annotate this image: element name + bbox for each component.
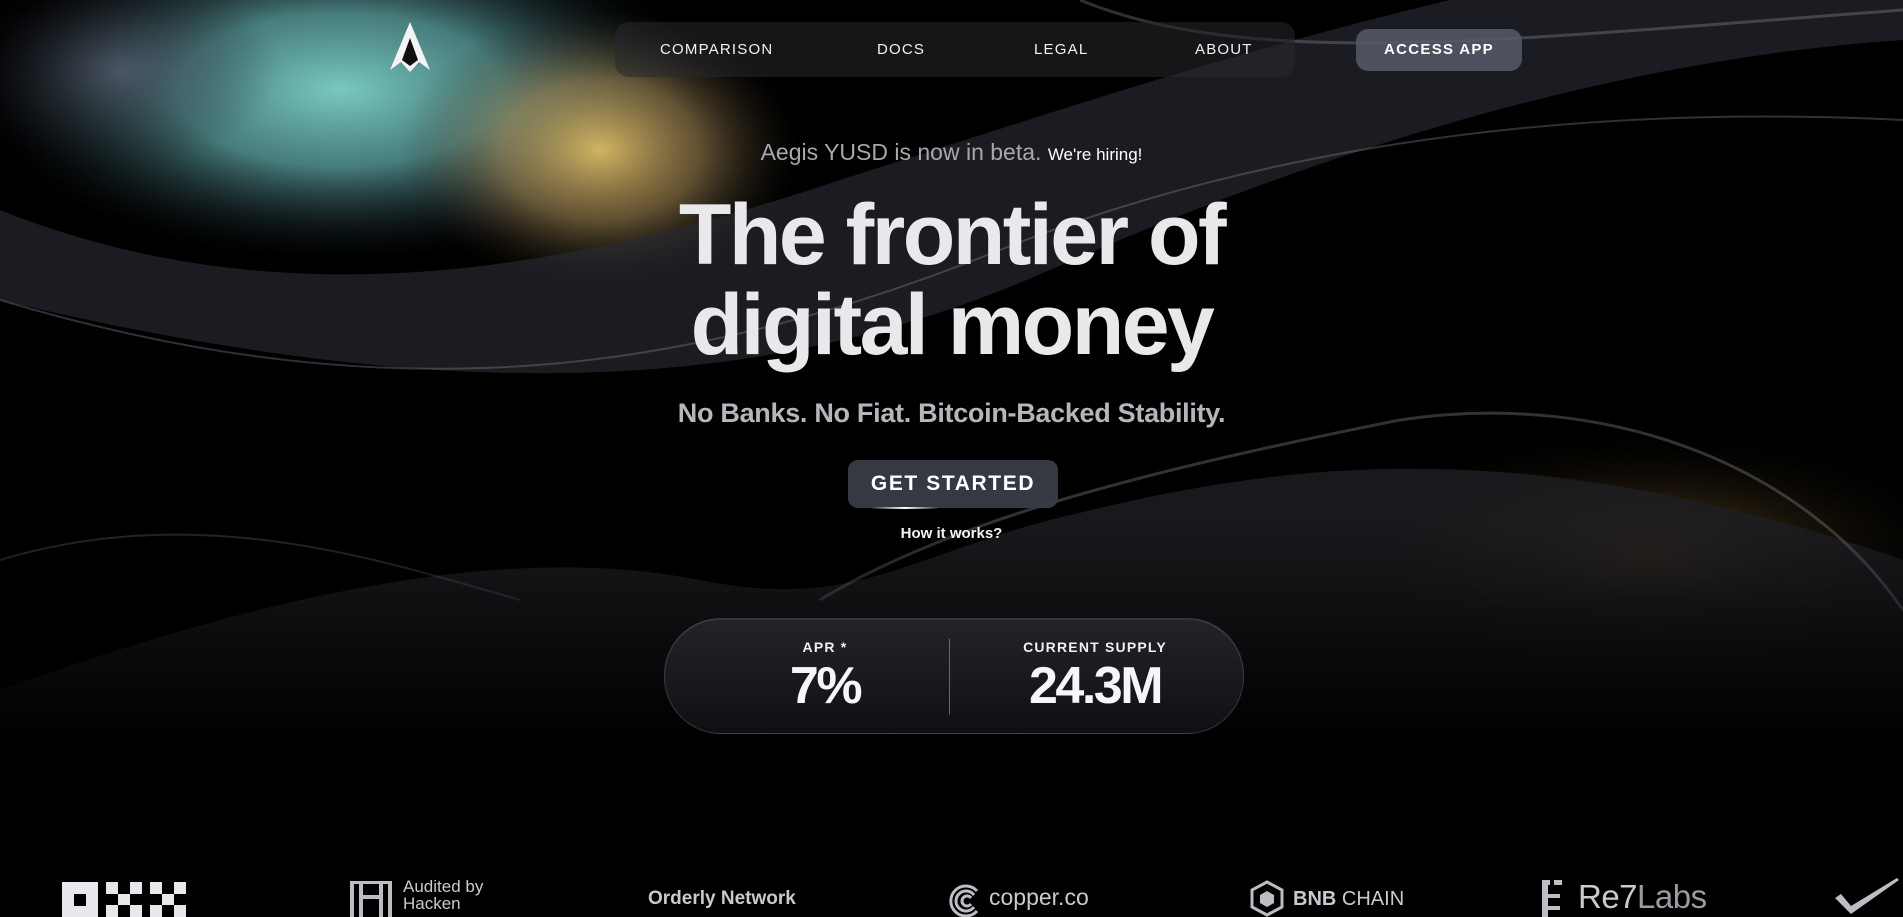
- bnb-chain-logo-icon: [1250, 880, 1284, 917]
- stat-supply-label: CURRENT SUPPLY: [1023, 639, 1167, 655]
- re7-logo-icon: [1542, 880, 1562, 917]
- bnb-bold-text: BNB: [1293, 888, 1337, 910]
- stats-panel: APR * 7% CURRENT SUPPLY 24.3M: [664, 618, 1244, 734]
- nav-docs[interactable]: DOCS: [877, 22, 925, 77]
- stat-apr-label: APR *: [802, 639, 848, 655]
- headline-line-1: The frontier of: [678, 187, 1227, 283]
- beta-text: Aegis YUSD is now in beta.: [760, 139, 1042, 165]
- cta-underline: [870, 507, 940, 509]
- re7-text: Re7Labs: [1578, 878, 1707, 916]
- stat-supply: CURRENT SUPPLY 24.3M: [965, 619, 1225, 733]
- bnb-text: BNB CHAIN: [1293, 888, 1404, 911]
- orderly-text: Orderly Network: [648, 888, 796, 909]
- logo[interactable]: [388, 20, 432, 76]
- partner-checkmark: [1833, 878, 1903, 917]
- stat-supply-value: 24.3M: [1028, 657, 1164, 715]
- stats-divider: [949, 639, 950, 715]
- stat-apr: APR * 7%: [725, 619, 925, 733]
- aegis-logo-icon: [390, 22, 430, 72]
- stat-apr-value: 7%: [789, 657, 863, 715]
- how-it-works-label[interactable]: How it works?: [901, 525, 1003, 542]
- main-nav: COMPARISON DOCS LEGAL ABOUT: [615, 22, 1295, 77]
- get-started-button[interactable]: GET STARTED: [848, 460, 1058, 508]
- access-app-button[interactable]: ACCESS APP: [1356, 29, 1522, 71]
- hacken-text: Audited by Hacken: [403, 878, 483, 912]
- hacken-logo-icon: [350, 881, 392, 917]
- subheadline: No Banks. No Fiat. Bitcoin-Backed Stabil…: [677, 398, 1226, 428]
- copper-text: copper.co: [989, 884, 1089, 910]
- nav-legal[interactable]: LEGAL: [1034, 22, 1088, 77]
- hacken-line-2: Hacken: [403, 894, 461, 913]
- bnb-rest-text: CHAIN: [1341, 888, 1405, 910]
- partner-re7: Re7Labs: [1540, 878, 1720, 917]
- partner-orderly: Orderly Network: [648, 878, 808, 917]
- nav-about[interactable]: ABOUT: [1195, 22, 1253, 77]
- how-it-works-link: How it works?: [0, 525, 1903, 542]
- headline-line-2: digital money: [690, 277, 1215, 373]
- hiring-link[interactable]: We're hiring!: [1048, 145, 1143, 164]
- page-title: The frontier of digital money: [0, 190, 1903, 370]
- re7-text-b: Labs: [1637, 878, 1707, 915]
- hacken-line-1: Audited by: [403, 878, 484, 896]
- partner-okx: [62, 878, 188, 917]
- partner-hacken: Audited by Hacken: [349, 878, 509, 917]
- okx-logo-icon: [62, 882, 186, 917]
- partner-bnb: BNB CHAIN: [1249, 878, 1409, 917]
- re7-text-a: Re7: [1578, 878, 1638, 915]
- partner-copper: copper.co: [947, 878, 1107, 917]
- copper-logo-icon: [949, 884, 979, 917]
- nav-comparison[interactable]: COMPARISON: [660, 22, 773, 77]
- checkmark-logo-icon: [1835, 878, 1899, 914]
- beta-announcement: Aegis YUSD is now in beta. We're hiring!: [0, 139, 1903, 166]
